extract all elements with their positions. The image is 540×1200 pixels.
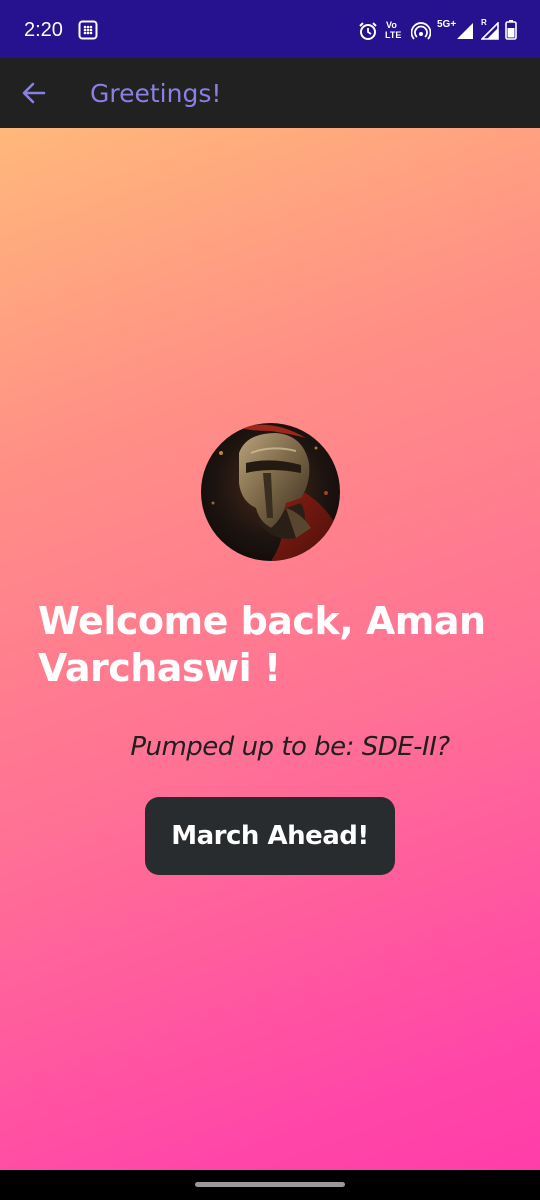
battery-icon [505,20,517,40]
network-type-label: 5G+ [437,19,457,30]
app-bar-title: Greetings! [90,79,222,108]
app-bar: Greetings! [0,58,540,128]
signal-roaming-icon [481,22,499,40]
app-screen: 2:20 Vo LTE 5G+ R Greetings! Welcome bac… [0,0,540,1200]
home-gesture-handle[interactable] [195,1182,345,1187]
subtitle-text: Pumped up to be: SDE-II? [0,730,540,764]
navigation-bar [0,1170,540,1200]
volte-bottom-label: LTE [385,30,402,40]
status-bar: 2:20 Vo LTE 5G+ R [0,0,540,58]
greeting-content: Welcome back, Aman Varchaswi ! Pumped up… [0,128,540,1170]
volte-top-label: Vo [386,20,397,30]
alarm-icon [359,22,377,40]
hotspot-icon [411,22,431,40]
arrow-left-icon[interactable] [20,80,48,106]
signal-icon [457,23,473,39]
status-time: 2:20 [24,19,63,41]
march-ahead-button[interactable]: March Ahead! [145,797,395,875]
spartan-warrior-avatar [201,423,340,561]
welcome-heading: Welcome back, Aman Varchaswi ! [38,599,486,690]
subtitle-label: Pumped up to be: SDE-II? [130,732,450,762]
notification-grid-icon [78,20,98,40]
